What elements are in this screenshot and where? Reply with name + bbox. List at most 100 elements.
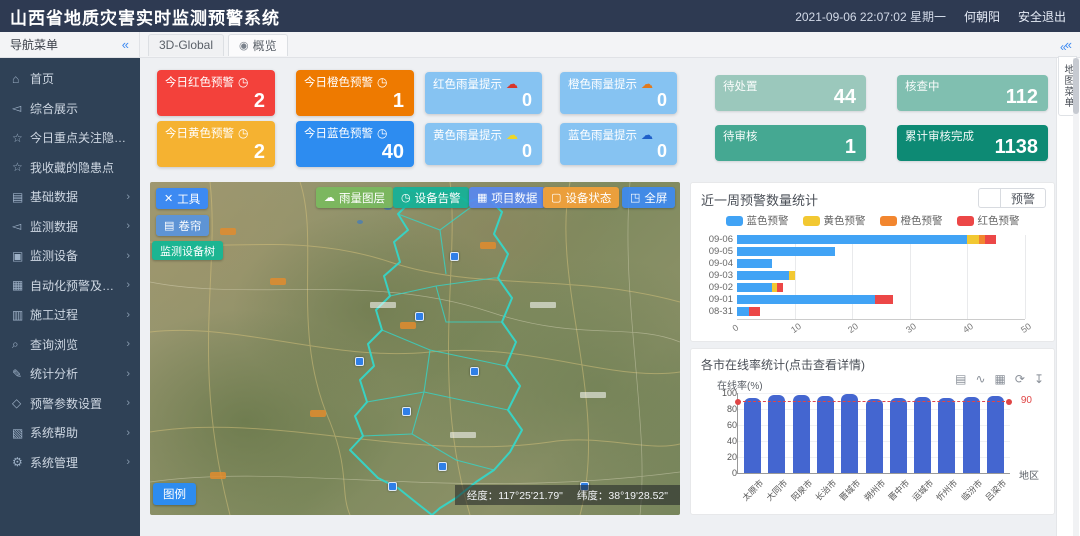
city-online-title[interactable]: 各市在线率统计(点击查看详情)	[701, 356, 865, 373]
bar-segment-黄色预警[interactable]	[789, 271, 795, 280]
bar-segment-蓝色预警[interactable]	[737, 247, 835, 256]
warning-card[interactable]: 今日黄色预警◷2	[157, 121, 275, 167]
status-card[interactable]: 待处置44	[715, 75, 866, 111]
city-bar-临汾市[interactable]	[963, 397, 980, 473]
warning-filter-blank-button[interactable]	[978, 188, 1000, 208]
sidebar-item-今日重点关注隐患点[interactable]: ☆今日重点关注隐患点	[0, 123, 140, 153]
scrollbar-thumb[interactable]	[1073, 58, 1079, 114]
bar-chart-icon[interactable]: ▦	[995, 373, 1006, 385]
city-bar-朔州市[interactable]	[866, 399, 883, 473]
rain-card[interactable]: 蓝色雨量提示☁0	[560, 123, 677, 165]
sidebar-item-系统帮助[interactable]: ▧系统帮助›	[0, 418, 140, 448]
logout-link[interactable]: 安全退出	[1018, 8, 1066, 25]
sidebar-item-我收藏的隐患点[interactable]: ☆我收藏的隐患点	[0, 153, 140, 183]
x-category-label: 运城市	[910, 477, 937, 504]
city-bar-太原市[interactable]	[744, 398, 761, 473]
sidebar-item-监测设备[interactable]: ▣监测设备›	[0, 241, 140, 271]
bar-segment-蓝色预警[interactable]	[737, 235, 967, 244]
refresh-icon[interactable]: ⟳	[1015, 373, 1025, 385]
bar-segment-红色预警[interactable]	[875, 295, 892, 304]
city-bar-晋中市[interactable]	[890, 398, 907, 473]
map-legend-button[interactable]: 图例	[153, 483, 196, 505]
city-bar-运城市[interactable]	[914, 397, 931, 473]
legend-item-橙色预警[interactable]: 橙色预警	[880, 213, 943, 228]
map-panel[interactable]: ✕工具▤卷帘监测设备树☁雨量图层◷设备告警▦项目数据▢设备状态◳全屏 图例 经度…	[150, 182, 680, 515]
sidebar-item-施工过程[interactable]: ▥施工过程›	[0, 300, 140, 330]
sidebar-item-综合展示[interactable]: ◅综合展示	[0, 94, 140, 124]
map-button-rain-layer[interactable]: ☁雨量图层	[316, 187, 393, 208]
map-marker[interactable]	[388, 482, 397, 491]
rain-card[interactable]: 橙色雨量提示☁0	[560, 72, 677, 114]
map-button-label: 工具	[177, 191, 200, 207]
bar-segment-蓝色预警[interactable]	[737, 295, 875, 304]
map-button-device-tree[interactable]: 监测设备树	[152, 241, 223, 260]
status-card[interactable]: 待审核1	[715, 125, 866, 161]
bar-segment-蓝色预警[interactable]	[737, 271, 789, 280]
map-button-project-data[interactable]: ▦项目数据	[469, 187, 545, 208]
warning-filter-button[interactable]: 预警	[1000, 188, 1046, 208]
city-bar-吕梁市[interactable]	[987, 396, 1004, 473]
bar-segment-红色预警[interactable]	[777, 283, 783, 292]
map-menu-collapse-icon[interactable]: «	[1060, 40, 1067, 54]
warning-card[interactable]: 今日橙色预警◷1	[296, 70, 414, 116]
map-marker[interactable]	[470, 367, 479, 376]
city-bar-忻州市[interactable]	[938, 398, 955, 473]
map-marker[interactable]	[415, 312, 424, 321]
legend-item-蓝色预警[interactable]: 蓝色预警	[726, 213, 789, 228]
grid-line	[910, 235, 911, 319]
sidebar-item-系统管理[interactable]: ⚙系统管理›	[0, 448, 140, 478]
city-online-chart: 020406080100太原市大同市阳泉市长治市晋城市朔州市晋中市运城市忻州市临…	[737, 393, 1010, 474]
download-icon[interactable]: ↧	[1034, 373, 1044, 385]
map-button-tools[interactable]: ✕工具	[156, 188, 208, 209]
city-bar-长治市[interactable]	[817, 396, 834, 473]
sidebar-item-label: 预警参数设置	[30, 395, 122, 412]
sidebar-item-首页[interactable]: ⌂首页	[0, 64, 140, 94]
legend-item-红色预警[interactable]: 红色预警	[957, 213, 1020, 228]
map-button-device-status[interactable]: ▢设备状态	[543, 187, 619, 208]
map-button-fullscreen[interactable]: ◳全屏	[622, 187, 675, 208]
rain-card[interactable]: 黄色雨量提示☁0	[425, 123, 542, 165]
tab-overview[interactable]: ◉概览	[228, 34, 288, 56]
y-category-label: 09-04	[693, 258, 733, 269]
warning-card[interactable]: 今日红色预警◷2	[157, 70, 275, 116]
bar-segment-红色预警[interactable]	[985, 235, 997, 244]
sidebar-item-查询浏览[interactable]: ⌕查询浏览›	[0, 330, 140, 360]
rain-card[interactable]: 红色雨量提示☁0	[425, 72, 542, 114]
sidebar-item-统计分析[interactable]: ✎统计分析›	[0, 359, 140, 389]
status-card[interactable]: 核查中112	[897, 75, 1048, 111]
map-marker[interactable]	[355, 357, 364, 366]
sidebar-item-基础数据[interactable]: ▤基础数据›	[0, 182, 140, 212]
sidebar-item-监测数据[interactable]: ◅监测数据›	[0, 212, 140, 242]
sidebar-collapse-icon[interactable]: «	[122, 37, 129, 52]
city-bar-晋城市[interactable]	[841, 394, 858, 473]
warning-card-label: 今日蓝色预警◷	[304, 125, 406, 141]
bar-segment-蓝色预警[interactable]	[737, 307, 749, 316]
status-card-value: 1	[845, 136, 856, 159]
y-category-label: 09-05	[693, 246, 733, 257]
bar-segment-黄色预警[interactable]	[967, 235, 979, 244]
weekly-warning-title: 近一周预警数量统计	[701, 190, 818, 209]
map-marker[interactable]	[402, 407, 411, 416]
map-marker[interactable]	[450, 252, 459, 261]
rain-card-value: 0	[657, 90, 667, 111]
sidebar-item-自动化预警及处置[interactable]: ▦自动化预警及处置›	[0, 271, 140, 301]
scrollbar-track[interactable]	[1073, 58, 1079, 536]
map-button-curtain[interactable]: ▤卷帘	[156, 215, 209, 236]
city-bar-大同市[interactable]	[768, 395, 785, 473]
map-marker[interactable]	[438, 462, 447, 471]
line-chart-icon[interactable]: ∿	[975, 373, 985, 385]
data-view-icon[interactable]: ▤	[955, 373, 966, 385]
city-bar-阳泉市[interactable]	[793, 395, 810, 473]
legend-item-黄色预警[interactable]: 黄色预警	[803, 213, 866, 228]
sidebar-item-预警参数设置[interactable]: ◇预警参数设置›	[0, 389, 140, 419]
bar-segment-红色预警[interactable]	[749, 307, 761, 316]
x-category-label: 太原市	[739, 477, 766, 504]
status-card[interactable]: 累计审核完成1138	[897, 125, 1048, 161]
tab-3d-global[interactable]: 3D-Global	[148, 34, 224, 56]
bar-segment-蓝色预警[interactable]	[737, 259, 772, 268]
map-button-device-alarm[interactable]: ◷设备告警	[393, 187, 469, 208]
app-title: 山西省地质灾害实时监测预警系统	[10, 4, 280, 29]
weekly-warning-chart: 0102030405009-0609-0509-0409-0309-0209-0…	[737, 235, 1025, 319]
warning-card[interactable]: 今日蓝色预警◷40	[296, 121, 414, 167]
bar-segment-蓝色预警[interactable]	[737, 283, 772, 292]
